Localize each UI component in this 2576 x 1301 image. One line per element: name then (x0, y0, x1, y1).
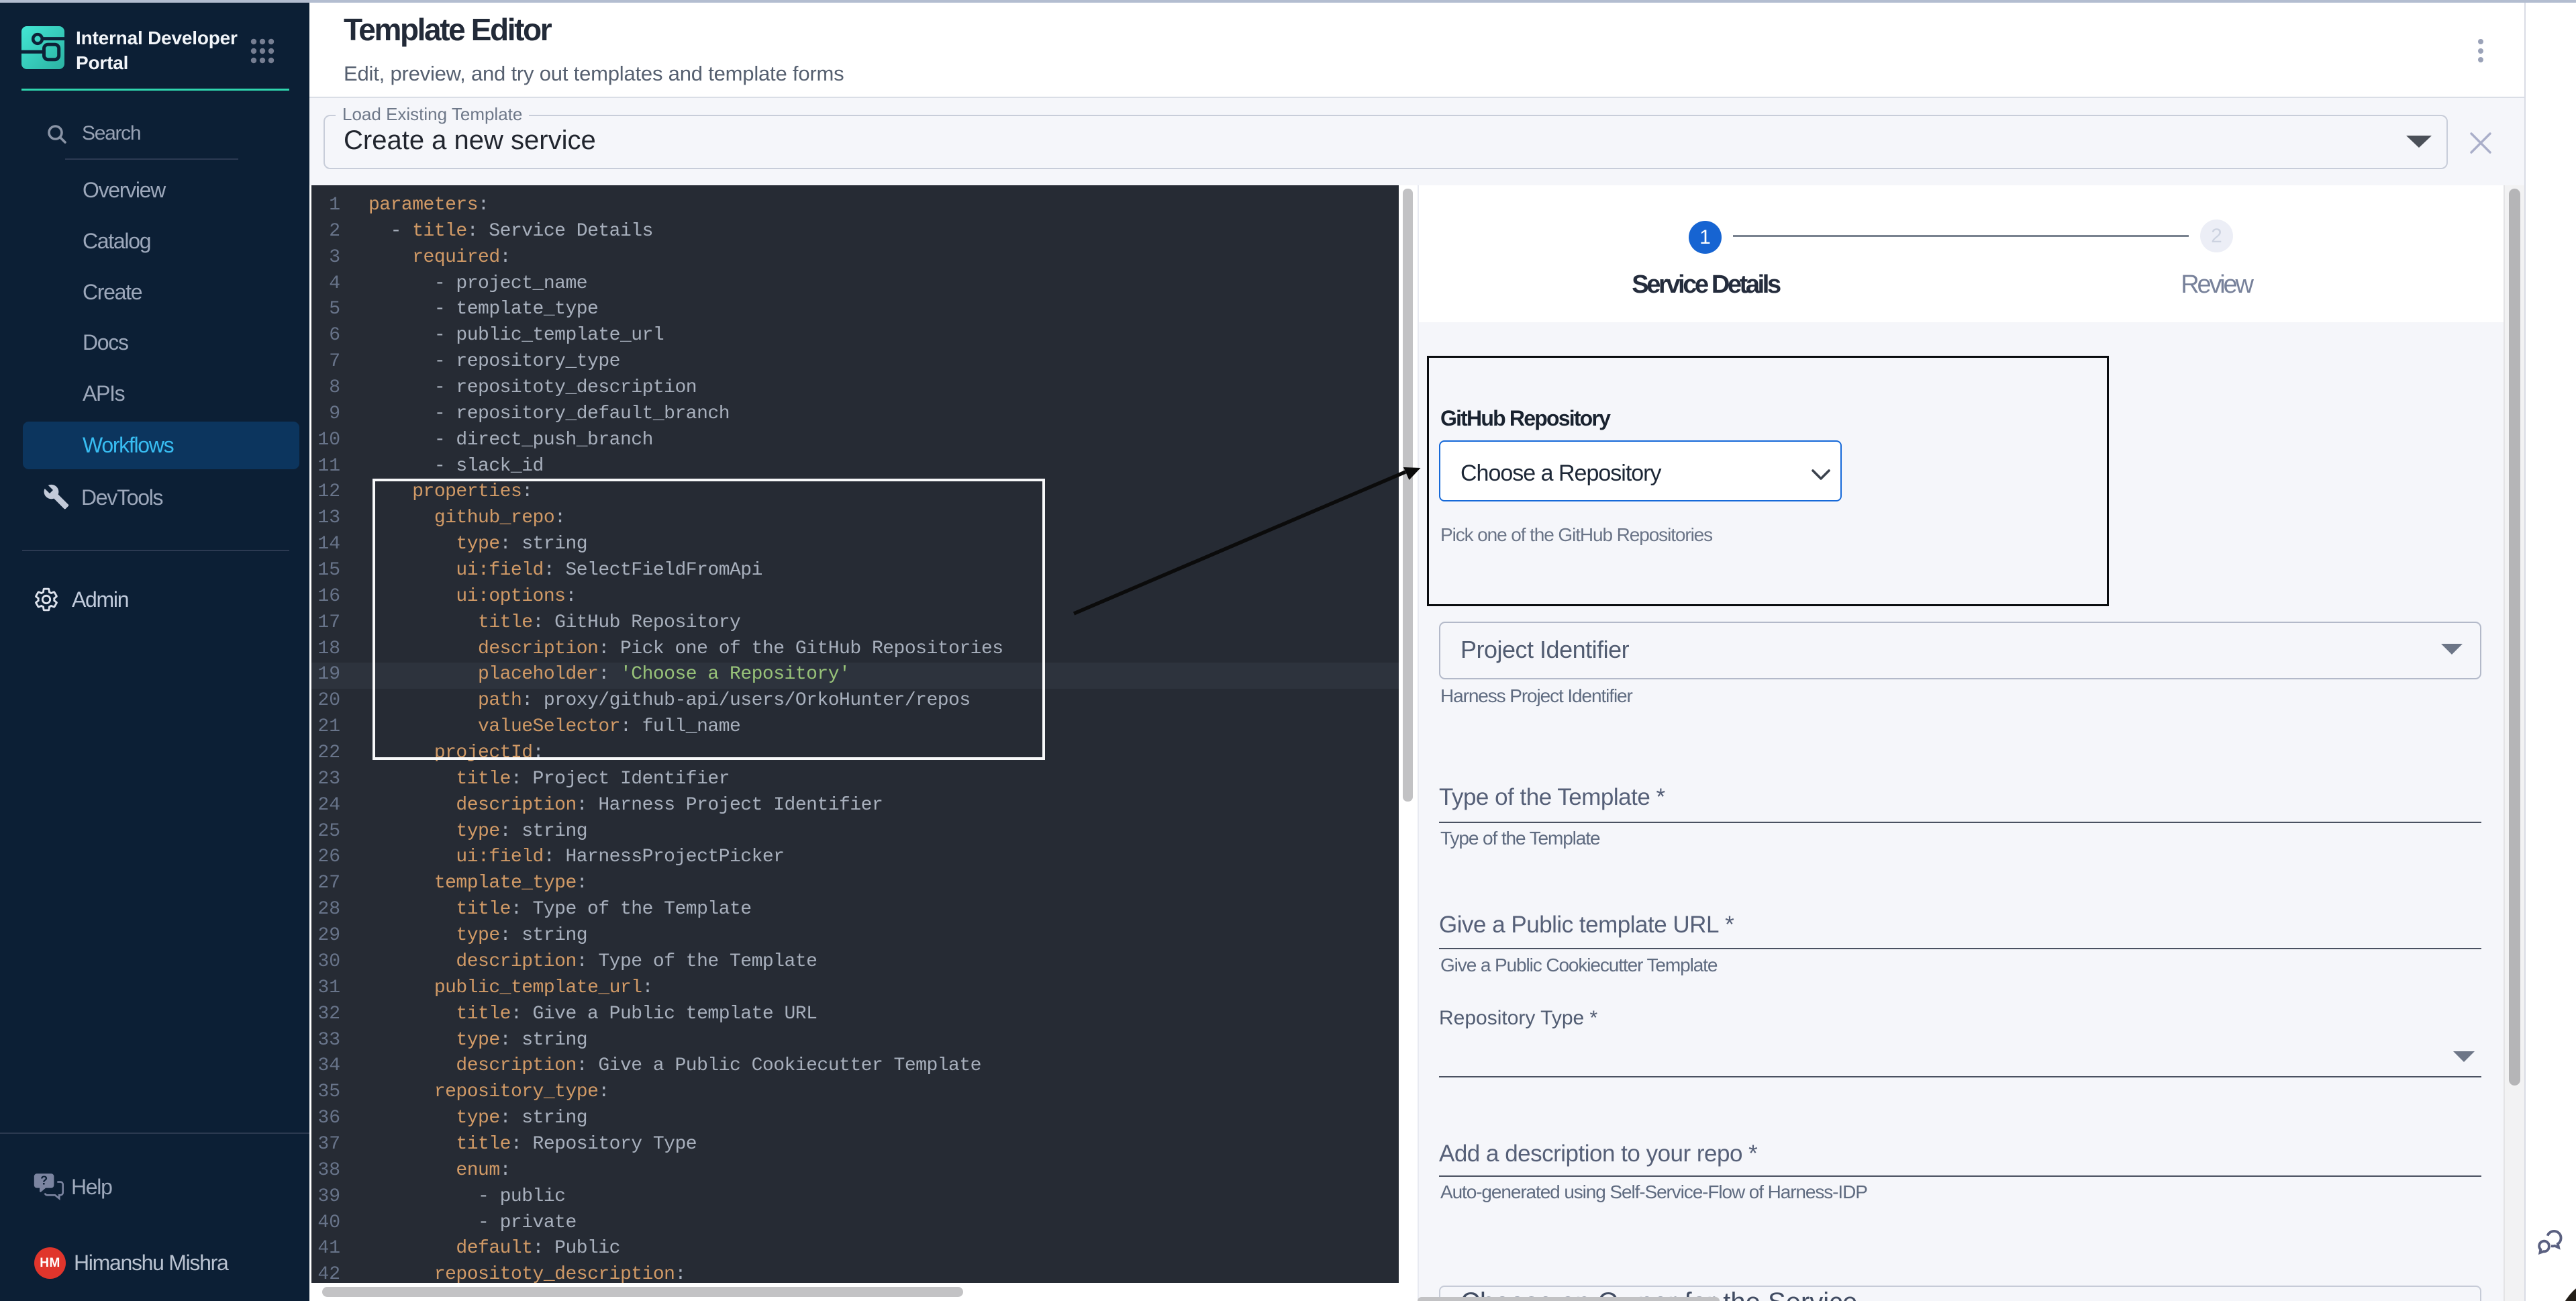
svg-text:?: ? (40, 1174, 48, 1188)
